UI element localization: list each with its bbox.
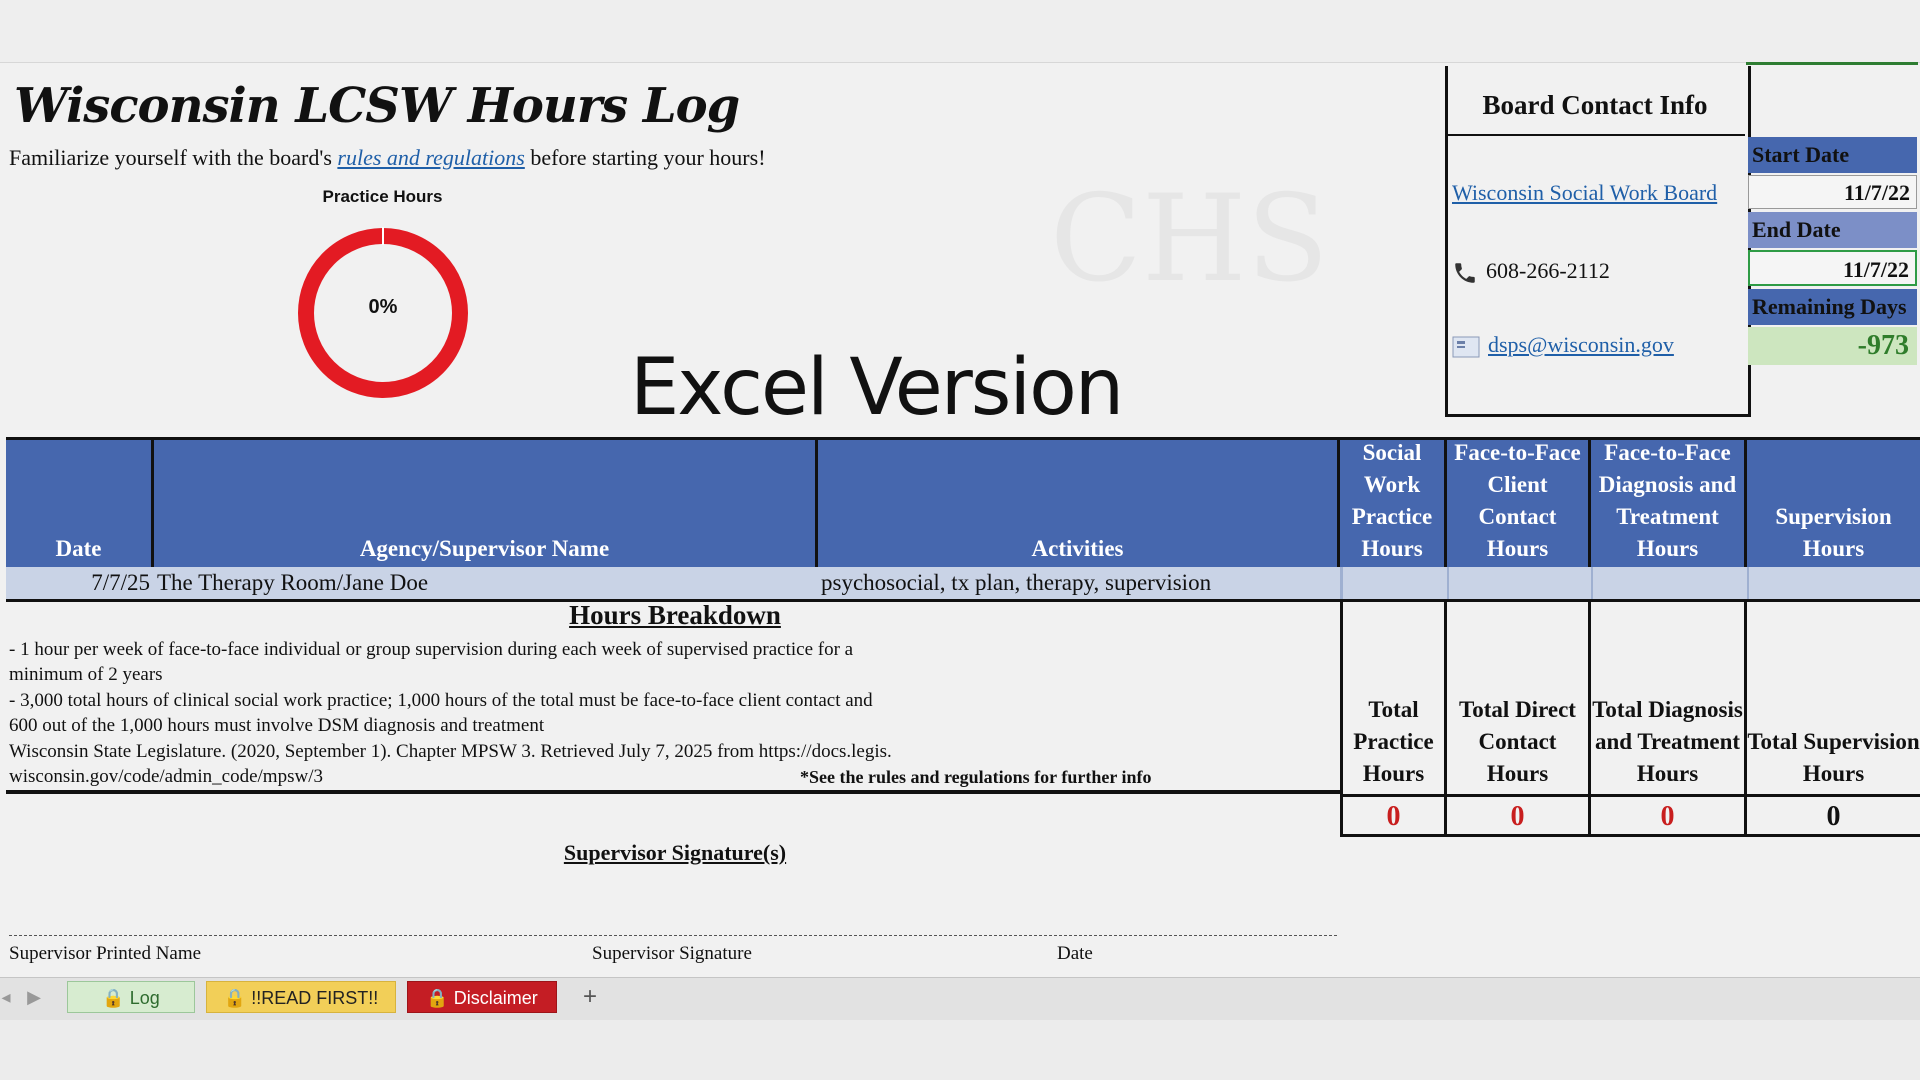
rules-link[interactable]: rules and regulations [337, 145, 524, 170]
remaining-days-label: Remaining Days [1748, 289, 1917, 325]
breakdown-line: - 1 hour per week of face-to-face indivi… [9, 639, 854, 660]
scroll-left-icon[interactable]: ◂ [0, 981, 12, 1013]
total-contact-label: Total Direct Contact Hours [1447, 600, 1591, 794]
breakdown-line: wisconsin.gov/code/admin_code/mpsw/3 [9, 766, 323, 787]
total-practice-value: 0 [1343, 797, 1447, 837]
end-date-label: End Date [1748, 212, 1917, 248]
total-practice-label: Total Practice Hours [1343, 600, 1447, 794]
breakdown-line: 600 out of the 1,000 hours must involve … [9, 715, 545, 736]
watermark-logo: CHS [1050, 170, 1329, 309]
printed-name-label: Supervisor Printed Name [9, 943, 202, 964]
scroll-right-icon[interactable]: ▶ [22, 981, 46, 1013]
lock-icon: 🔒 [223, 988, 247, 1008]
board-link[interactable]: Wisconsin Social Work Board [1452, 180, 1717, 206]
breakdown-note: *See the rules and regulations for furth… [800, 767, 1152, 787]
add-sheet-button[interactable]: + [572, 981, 608, 1013]
phone-icon [1455, 263, 1475, 283]
start-date-value[interactable]: 11/7/22 [1748, 175, 1917, 209]
email-icon [1452, 336, 1480, 358]
header-diagnosis-hours[interactable]: Face-to-Face Diagnosis and Treatment Hou… [1591, 440, 1747, 567]
tab-log[interactable]: 🔒 Log [67, 981, 195, 1013]
total-supervision-label: Total Supervision Hours [1747, 729, 1920, 786]
bottom-area [0, 1020, 1920, 1080]
total-supervision-value: 0 [1747, 797, 1920, 837]
breakdown-line: minimum of 2 years [9, 664, 163, 685]
total-diagnosis-label: Total Diagnosis and Treatment Hours [1591, 600, 1747, 794]
email-row[interactable]: dsps@wisconsin.gov [1452, 332, 1674, 358]
page-title: Wisconsin LCSW Hours Log [14, 78, 740, 134]
signature-line [9, 935, 1337, 936]
total-diagnosis-value: 0 [1591, 797, 1747, 837]
header-activities[interactable]: Activities [818, 440, 1340, 567]
row-activities[interactable]: psychosocial, tx plan, therapy, supervis… [821, 567, 1211, 599]
signature-title: Supervisor Signature(s) [563, 840, 787, 865]
board-contact-heading: Board Contact Info [1445, 66, 1745, 136]
date-label: Date [1057, 943, 1093, 964]
dates-panel-top [1746, 62, 1918, 137]
row-date[interactable]: 7/7/25 [6, 567, 150, 599]
practice-hours-label: Practice Hours [322, 187, 443, 206]
header-practice-hours[interactable]: Social Work Practice Hours [1340, 440, 1447, 567]
header-supervision-hours[interactable]: Supervision Hours [1747, 440, 1920, 567]
row-divider [1747, 567, 1749, 599]
tab-read-first[interactable]: 🔒 !!READ FIRST!! [206, 981, 396, 1013]
breakdown-line: - 3,000 total hours of clinical social w… [9, 690, 873, 711]
row-divider [1591, 567, 1593, 599]
breakdown-line: Wisconsin State Legislature. (2020, Sept… [9, 741, 892, 762]
header-client-contact-hours[interactable]: Face-to-Face Client Contact Hours [1447, 440, 1591, 567]
row-agency[interactable]: The Therapy Room/Jane Doe [157, 567, 428, 599]
excel-version-label: Excel Version [630, 343, 1124, 433]
signature-label: Supervisor Signature [592, 943, 752, 964]
end-date-value[interactable]: 11/7/22 [1748, 250, 1917, 286]
practice-hours-percent: 0% [368, 296, 398, 318]
phone-row: 608-266-2112 [1452, 258, 1610, 286]
header-agency[interactable]: Agency/Supervisor Name [154, 440, 818, 567]
total-contact-value: 0 [1447, 797, 1591, 837]
header-date[interactable]: Date [6, 440, 154, 567]
lock-icon: 🔒 [102, 988, 125, 1008]
intro-text: Familiarize yourself with the board's ru… [9, 145, 766, 170]
start-date-label: Start Date [1748, 137, 1917, 173]
row-divider [1447, 567, 1449, 599]
remaining-days-value: -973 [1748, 327, 1917, 365]
breakdown-title: Hours Breakdown [569, 600, 781, 630]
row-divider [1340, 567, 1343, 599]
lock-icon: 🔒 [426, 988, 449, 1008]
tab-disclaimer[interactable]: 🔒 Disclaimer [407, 981, 557, 1013]
